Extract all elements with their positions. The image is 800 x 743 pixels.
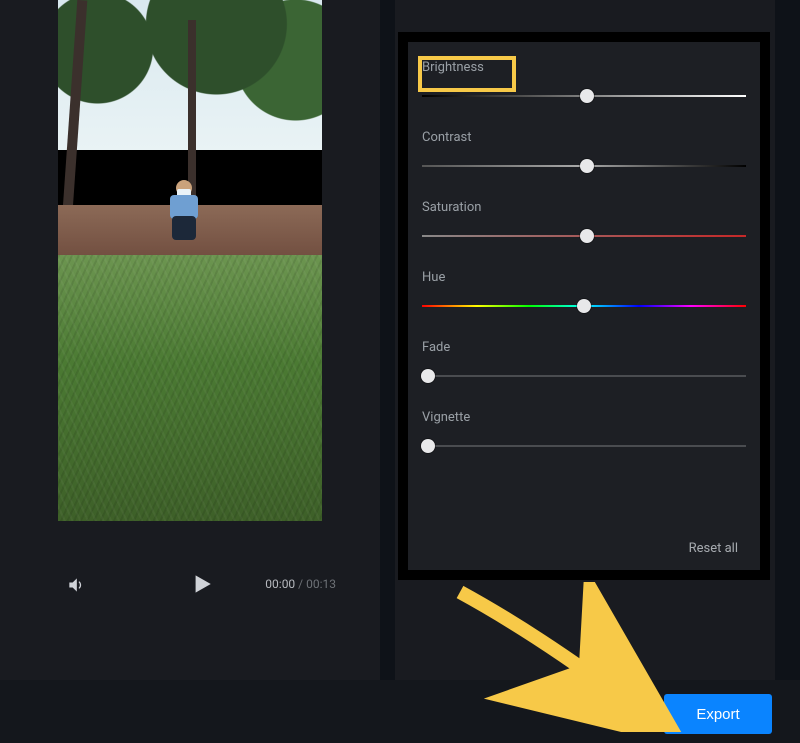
slider-thumb[interactable] bbox=[580, 89, 594, 103]
app-root: 00:00 / 00:13 Brightness Contrast Saturati… bbox=[0, 0, 800, 743]
slider-vignette[interactable]: Vignette bbox=[422, 410, 746, 480]
bottom-bar: Export bbox=[0, 680, 800, 743]
slider-thumb[interactable] bbox=[580, 159, 594, 173]
slider-thumb[interactable] bbox=[577, 299, 591, 313]
volume-icon[interactable] bbox=[66, 575, 86, 595]
export-button[interactable]: Export bbox=[664, 694, 772, 734]
scene-grass bbox=[58, 255, 322, 521]
slider-contrast[interactable]: Contrast bbox=[422, 130, 746, 200]
slider-label: Saturation bbox=[422, 200, 746, 215]
slider-label: Brightness bbox=[422, 60, 746, 75]
slider-saturation[interactable]: Saturation bbox=[422, 200, 746, 270]
slider-hue[interactable]: Hue bbox=[422, 270, 746, 340]
slider-fade[interactable]: Fade bbox=[422, 340, 746, 410]
time-display: 00:00 / 00:13 bbox=[265, 577, 336, 591]
slider-label: Hue bbox=[422, 270, 746, 285]
scene-person bbox=[162, 180, 204, 244]
slider-label: Contrast bbox=[422, 130, 746, 145]
slider-list: Brightness Contrast Saturation Hue Fade Vigne… bbox=[422, 60, 746, 480]
slider-thumb[interactable] bbox=[580, 229, 594, 243]
slider-thumb[interactable] bbox=[421, 369, 435, 383]
adjust-box: Brightness Contrast Saturation Hue Fade Vigne… bbox=[398, 32, 770, 580]
slider-brightness[interactable]: Brightness bbox=[422, 60, 746, 130]
duration: 00:13 bbox=[306, 577, 336, 591]
video-preview[interactable] bbox=[58, 0, 322, 521]
adjust-panel: Brightness Contrast Saturation Hue Fade Vigne… bbox=[395, 0, 775, 680]
slider-thumb[interactable] bbox=[421, 439, 435, 453]
slider-track[interactable] bbox=[422, 375, 746, 377]
tree-trunk bbox=[188, 20, 196, 200]
slider-label: Fade bbox=[422, 340, 746, 355]
preview-panel: 00:00 / 00:13 bbox=[0, 0, 380, 680]
reset-all-link[interactable]: Reset all bbox=[689, 541, 738, 556]
slider-label: Vignette bbox=[422, 410, 746, 425]
play-icon[interactable] bbox=[188, 571, 214, 597]
playback-controls: 00:00 / 00:13 bbox=[0, 565, 380, 605]
slider-track[interactable] bbox=[422, 445, 746, 447]
current-time: 00:00 bbox=[265, 577, 295, 591]
